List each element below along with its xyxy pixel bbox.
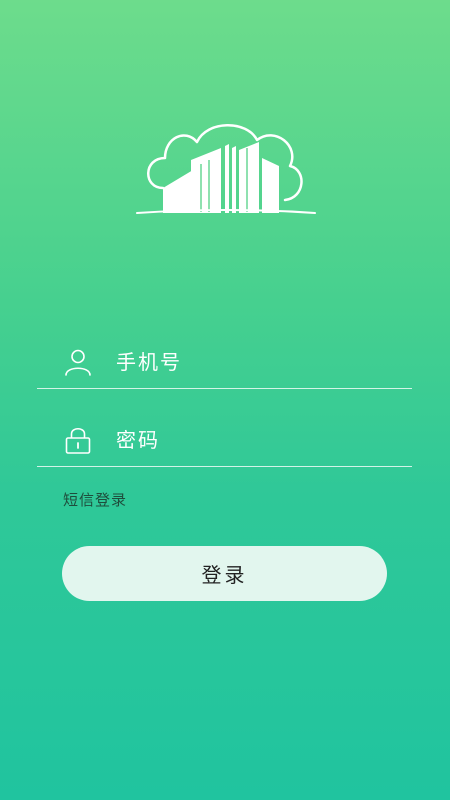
login-button[interactable]: 登录 — [62, 546, 387, 601]
phone-field — [37, 338, 412, 389]
sms-login-link[interactable]: 短信登录 — [63, 489, 127, 510]
cloud-buildings-logo — [136, 124, 316, 214]
password-input[interactable] — [116, 422, 396, 458]
login-screen: 短信登录 登录 — [0, 0, 450, 800]
lock-icon — [65, 427, 91, 454]
password-field — [37, 416, 412, 467]
phone-input[interactable] — [116, 344, 396, 380]
user-icon — [65, 349, 91, 376]
